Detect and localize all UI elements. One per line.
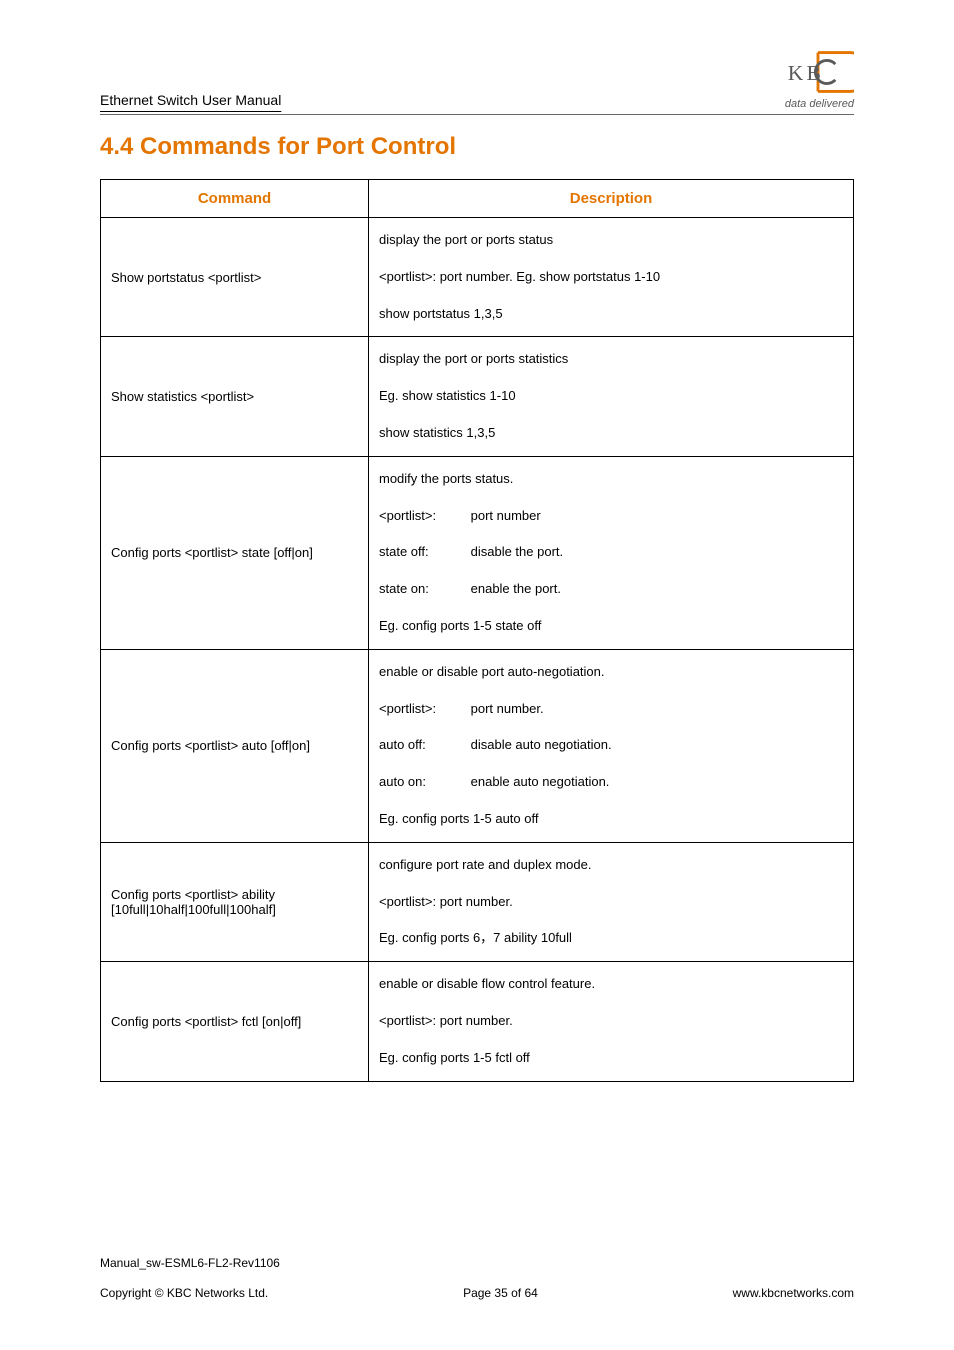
- footer-manual-id: Manual_sw-ESML6-FL2-Rev1106: [100, 1256, 854, 1270]
- cell-command: Show statistics <portlist>: [101, 337, 369, 456]
- table-row: Show statistics <portlist> display the p…: [101, 337, 854, 456]
- brand-logo: K B data delivered: [782, 48, 854, 110]
- cell-description: display the port or ports status <portli…: [369, 218, 854, 337]
- desc-line: modify the ports status.: [379, 469, 843, 490]
- table-row: Show portstatus <portlist> display the p…: [101, 218, 854, 337]
- svg-text:K: K: [788, 61, 804, 85]
- desc-val: enable the port.: [471, 581, 561, 596]
- desc-val: enable auto negotiation.: [471, 774, 610, 789]
- desc-key: <portlist>:: [379, 699, 467, 720]
- desc-line: enable or disable flow control feature.: [379, 974, 843, 995]
- desc-line: <portlist>: port number.: [379, 1011, 843, 1032]
- cell-description: display the port or ports statistics Eg.…: [369, 337, 854, 456]
- th-command: Command: [101, 180, 369, 218]
- table-row: Config ports <portlist> auto [off|on] en…: [101, 649, 854, 842]
- footer-copyright: Copyright © KBC Networks Ltd.: [100, 1286, 268, 1300]
- desc-line: state off: disable the port.: [379, 542, 843, 563]
- table-row: Config ports <portlist> state [off|on] m…: [101, 456, 854, 649]
- cell-command: Show portstatus <portlist>: [101, 218, 369, 337]
- cell-command: Config ports <portlist> state [off|on]: [101, 456, 369, 649]
- section-heading: 4.4 Commands for Port Control: [100, 133, 854, 161]
- cell-command: Config ports <portlist> ability [10full|…: [101, 842, 369, 961]
- cell-description: enable or disable flow control feature. …: [369, 962, 854, 1081]
- brand-tagline: data delivered: [785, 98, 854, 110]
- desc-key: auto off:: [379, 735, 467, 756]
- kbc-logo-icon: K B: [782, 48, 854, 96]
- desc-line: <portlist>: port number.: [379, 892, 843, 913]
- table-row: Config ports <portlist> fctl [on|off] en…: [101, 962, 854, 1081]
- desc-line: auto off: disable auto negotiation.: [379, 735, 843, 756]
- header-divider: [100, 114, 854, 115]
- desc-line: Eg. show statistics 1-10: [379, 386, 843, 407]
- desc-line: Eg. config ports 1-5 state off: [379, 616, 843, 637]
- page: Ethernet Switch User Manual K B data del…: [0, 0, 954, 1350]
- page-footer: Manual_sw-ESML6-FL2-Rev1106 Copyright © …: [100, 1256, 854, 1300]
- table-head-row: Command Description: [101, 180, 854, 218]
- desc-val: port number: [471, 508, 541, 523]
- desc-line: show statistics 1,3,5: [379, 423, 843, 444]
- desc-key: state on:: [379, 579, 467, 600]
- cell-description: enable or disable port auto-negotiation.…: [369, 649, 854, 842]
- cell-description: configure port rate and duplex mode. <po…: [369, 842, 854, 961]
- desc-val: disable the port.: [471, 544, 564, 559]
- desc-line: Eg. config ports 1-5 fctl off: [379, 1048, 843, 1069]
- desc-line: show portstatus 1,3,5: [379, 304, 843, 325]
- desc-line: Eg. config ports 6，7 ability 10full: [379, 928, 843, 949]
- desc-line: <portlist>: port number: [379, 506, 843, 527]
- cell-command: Config ports <portlist> auto [off|on]: [101, 649, 369, 842]
- footer-url: www.kbcnetworks.com: [733, 1286, 854, 1300]
- commands-table: Command Description Show portstatus <por…: [100, 179, 854, 1082]
- cell-description: modify the ports status. <portlist>: por…: [369, 456, 854, 649]
- cell-command: Config ports <portlist> fctl [on|off]: [101, 962, 369, 1081]
- header-title: Ethernet Switch User Manual: [100, 92, 281, 108]
- desc-val: disable auto negotiation.: [471, 737, 612, 752]
- desc-line: display the port or ports statistics: [379, 349, 843, 370]
- desc-key: state off:: [379, 542, 467, 563]
- th-description: Description: [369, 180, 854, 218]
- desc-line: <portlist>: port number. Eg. show portst…: [379, 267, 843, 288]
- desc-line: configure port rate and duplex mode.: [379, 855, 843, 876]
- desc-key: <portlist>:: [379, 506, 467, 527]
- page-header: Ethernet Switch User Manual K B data del…: [100, 0, 854, 110]
- desc-line: enable or disable port auto-negotiation.: [379, 662, 843, 683]
- desc-key: auto on:: [379, 772, 467, 793]
- desc-line: state on: enable the port.: [379, 579, 843, 600]
- desc-line: auto on: enable auto negotiation.: [379, 772, 843, 793]
- footer-page-number: Page 35 of 64: [463, 1286, 538, 1300]
- desc-line: Eg. config ports 1-5 auto off: [379, 809, 843, 830]
- footer-meta-row: Copyright © KBC Networks Ltd. Page 35 of…: [100, 1286, 854, 1300]
- desc-line: display the port or ports status: [379, 230, 843, 251]
- desc-line: <portlist>: port number.: [379, 699, 843, 720]
- desc-val: port number.: [471, 701, 544, 716]
- table-row: Config ports <portlist> ability [10full|…: [101, 842, 854, 961]
- header-left-wrap: Ethernet Switch User Manual: [100, 92, 281, 110]
